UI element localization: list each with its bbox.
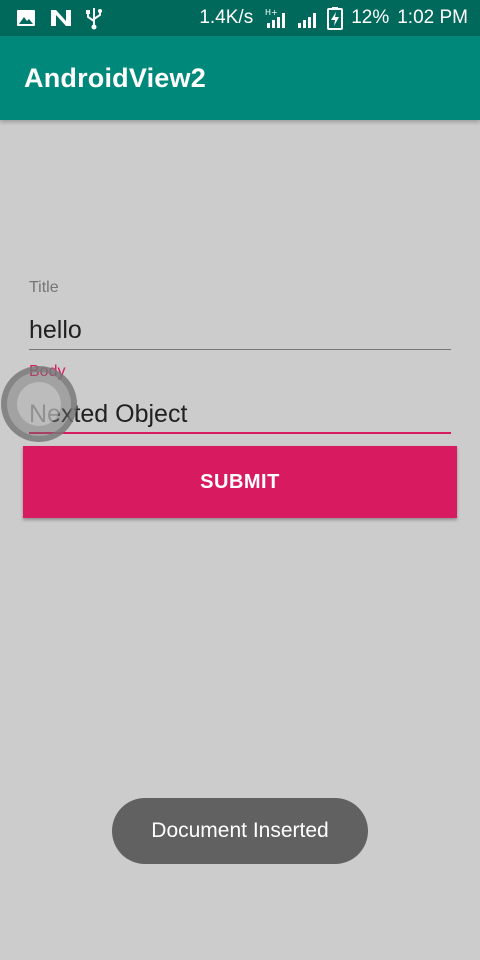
- submit-button[interactable]: SUBMIT: [23, 446, 457, 518]
- status-right-info: 1.4K/s H+ 12% 1:02 PM: [199, 6, 468, 30]
- touch-indicator: [1, 366, 77, 442]
- signal-icon-secondary: [297, 7, 319, 29]
- toast-message: Document Inserted: [112, 798, 368, 864]
- n-icon: [50, 8, 72, 28]
- svg-text:H+: H+: [265, 8, 278, 17]
- app-bar: AndroidView2: [0, 36, 480, 120]
- battery-charging-icon: [327, 6, 344, 30]
- title-label: Title: [29, 279, 59, 296]
- battery-level: 12%: [351, 7, 390, 28]
- title-underline: [29, 349, 451, 350]
- status-bar: 1.4K/s H+ 12% 1:02 PM: [0, 0, 480, 36]
- app-title: AndroidView2: [24, 62, 206, 93]
- signal-icon: H+: [265, 7, 289, 29]
- screen: 1.4K/s H+ 12% 1:02 PM AndroidView2 Title…: [0, 0, 480, 960]
- title-input[interactable]: [29, 310, 451, 350]
- usb-icon: [86, 6, 102, 30]
- network-speed: 1.4K/s: [199, 7, 254, 28]
- status-left-icons: [16, 6, 102, 30]
- clock: 1:02 PM: [397, 7, 468, 28]
- toast-text: Document Inserted: [151, 819, 329, 842]
- body-underline: [29, 432, 451, 434]
- body-input[interactable]: [29, 394, 451, 434]
- image-icon: [16, 8, 36, 28]
